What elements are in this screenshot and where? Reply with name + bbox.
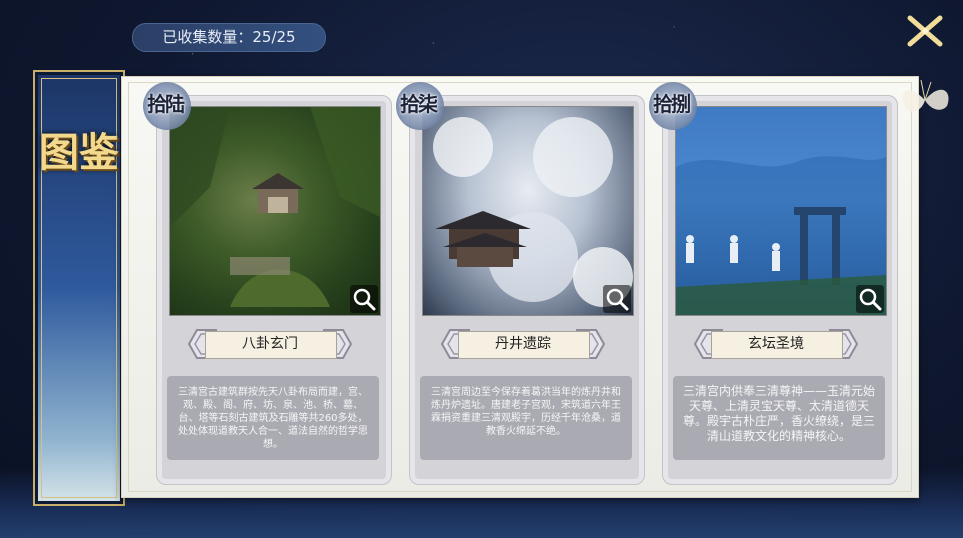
sidebar-title: 图鉴 (39, 129, 119, 176)
snowy-temple-image (433, 117, 633, 307)
moth-decoration-icon (902, 79, 949, 112)
magnifier-icon (606, 288, 629, 311)
close-x-icon (907, 15, 943, 47)
collection-counter: 已收集数量：25/25 (132, 23, 326, 52)
card-description: 三清宫古建筑群按先天八卦布局而建，宫、观、殿、阁、府、坊、泉、池、桥、墓、台、塔… (167, 376, 379, 460)
zoom-button[interactable] (603, 285, 631, 313)
card-photo (675, 106, 887, 316)
zoom-button[interactable] (350, 285, 378, 313)
misty-altar-image (676, 156, 886, 315)
collection-card-2[interactable]: 拾柒 丹井遗踪 三清宫周边至今保存着葛洪当年的炼丹井和炼丹炉遗址。唐建老子宫观，… (396, 82, 645, 485)
card-name-plate: 玄坛圣境 (693, 328, 859, 360)
collection-card-3[interactable]: 拾捌 玄坛圣境 三清宫内供奉三清尊神——玉清元始天尊、上清灵宝天尊、太清道德天尊… (649, 82, 898, 485)
collection-card-1[interactable]: 拾陆 八卦玄门 三清宫古建筑群按先天八卦布局而建，宫、观、殿、阁、府、坊、泉、池… (143, 82, 392, 485)
badge-number: 拾陆 (147, 92, 185, 116)
badge-number: 拾捌 (653, 92, 691, 116)
card-name: 丹井遗踪 (495, 336, 551, 352)
magnifier-icon (353, 288, 376, 311)
sidebar-tab: 图鉴 (33, 70, 125, 506)
card-photo (422, 106, 634, 316)
card-name-plate: 八卦玄门 (187, 328, 353, 360)
card-name: 八卦玄门 (242, 336, 298, 352)
card-name: 玄坛圣境 (748, 336, 804, 352)
badge-number: 拾柒 (400, 92, 438, 116)
card-description: 三清宫内供奉三清尊神——玉清元始天尊、上清灵宝天尊、太清道德天尊。殿宇古朴庄严，… (673, 376, 885, 460)
card-name-plate: 丹井遗踪 (440, 328, 606, 360)
card-photo (169, 106, 381, 316)
temple-forest-image (170, 107, 380, 307)
close-button[interactable] (904, 10, 946, 52)
card-description: 三清宫周边至今保存着葛洪当年的炼丹井和炼丹炉遗址。唐建老子宫观，宋筑道六年王霖捐… (420, 376, 632, 460)
zoom-button[interactable] (856, 285, 884, 313)
magnifier-icon (859, 288, 882, 311)
